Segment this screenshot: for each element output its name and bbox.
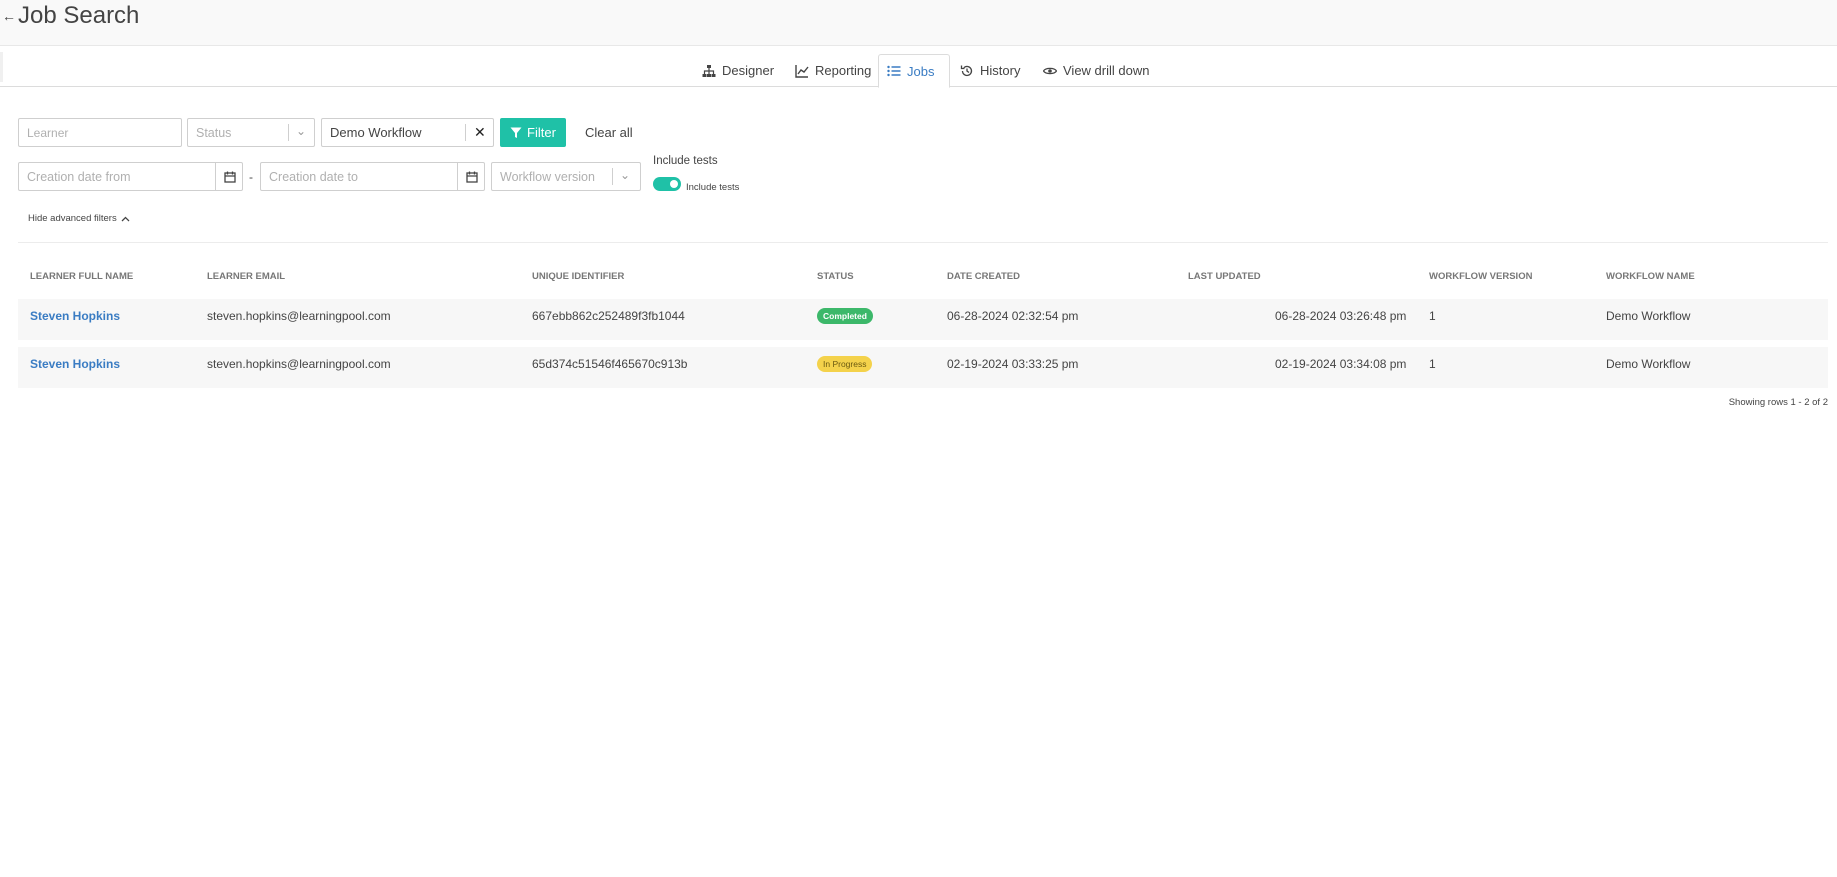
hide-advanced-filters-label: Hide advanced filters bbox=[28, 213, 117, 224]
page-header: ← Job Search bbox=[0, 0, 1837, 46]
last-updated: 02-19-2024 03:34:08 pm bbox=[1275, 357, 1407, 371]
column-header[interactable]: STATUS bbox=[817, 271, 854, 282]
back-arrow-icon[interactable]: ← bbox=[2, 8, 16, 24]
tab-jobs[interactable]: Jobs bbox=[878, 54, 950, 88]
workflow-name: Demo Workflow bbox=[1606, 309, 1691, 323]
include-tests-heading: Include tests bbox=[653, 155, 718, 167]
workflow-select[interactable]: Demo Workflow ✕ bbox=[321, 118, 494, 147]
learner-email: steven.hopkins@learningpool.com bbox=[207, 357, 391, 371]
workflow-value: Demo Workflow bbox=[330, 125, 422, 140]
date-created: 06-28-2024 02:32:54 pm bbox=[947, 309, 1079, 323]
learner-name-link[interactable]: Steven Hopkins bbox=[30, 309, 120, 323]
column-header[interactable]: LEARNER EMAIL bbox=[207, 271, 285, 282]
date-created: 02-19-2024 03:33:25 pm bbox=[947, 357, 1079, 371]
column-header[interactable]: UNIQUE IDENTIFIER bbox=[532, 271, 624, 282]
tab-view-drill-down-label: View drill down bbox=[1063, 63, 1150, 78]
include-tests-toggle[interactable] bbox=[653, 177, 681, 191]
history-icon bbox=[960, 65, 973, 76]
creation-date-to-input[interactable] bbox=[261, 163, 462, 190]
toggle-knob bbox=[670, 180, 678, 188]
status-badge: Completed bbox=[817, 308, 873, 324]
learner-email: steven.hopkins@learningpool.com bbox=[207, 309, 391, 323]
workflow-version-placeholder: Workflow version bbox=[500, 170, 595, 184]
unique-identifier: 65d374c51546f465670c913b bbox=[532, 357, 688, 371]
sitemap-icon bbox=[702, 64, 716, 77]
column-header[interactable]: LAST UPDATED bbox=[1188, 271, 1261, 282]
filter-button-label: Filter bbox=[527, 125, 556, 140]
status-separator bbox=[288, 124, 289, 141]
status-select[interactable]: Status ⌄ bbox=[187, 118, 315, 147]
workflow-version-select[interactable]: Workflow version ⌄ bbox=[491, 162, 641, 191]
clear-all-link[interactable]: Clear all bbox=[585, 125, 633, 140]
filter-icon bbox=[510, 127, 522, 138]
date-range-separator: - bbox=[249, 170, 253, 184]
learner-input[interactable] bbox=[18, 118, 182, 147]
hide-advanced-filters-link[interactable]: Hide advanced filters bbox=[28, 213, 130, 224]
side-stub bbox=[0, 52, 3, 82]
creation-date-from[interactable] bbox=[18, 162, 243, 191]
status-placeholder: Status bbox=[196, 126, 232, 140]
column-header[interactable]: WORKFLOW NAME bbox=[1606, 271, 1695, 282]
column-header[interactable]: LEARNER FULL NAME bbox=[30, 271, 133, 282]
status-badge: In Progress bbox=[817, 356, 873, 372]
filters-divider bbox=[18, 242, 1828, 243]
workflow-separator bbox=[465, 124, 466, 141]
tab-history-label: History bbox=[980, 63, 1021, 78]
close-icon[interactable]: ✕ bbox=[474, 124, 486, 141]
workflow-version-separator bbox=[612, 168, 613, 185]
line-chart-icon bbox=[795, 64, 809, 78]
creation-date-from-input[interactable] bbox=[19, 163, 220, 190]
workflow-version: 1 bbox=[1429, 309, 1436, 323]
last-updated: 06-28-2024 03:26:48 pm bbox=[1275, 309, 1407, 323]
workflow-name: Demo Workflow bbox=[1606, 357, 1691, 371]
calendar-icon[interactable] bbox=[215, 163, 244, 190]
workflow-version: 1 bbox=[1429, 357, 1436, 371]
chevron-down-icon[interactable]: ⌄ bbox=[296, 124, 306, 138]
learner-name-link[interactable]: Steven Hopkins bbox=[30, 357, 120, 371]
list-icon bbox=[887, 65, 901, 77]
tab-reporting-label: Reporting bbox=[815, 63, 872, 78]
chevron-down-icon[interactable]: ⌄ bbox=[620, 168, 630, 182]
include-tests-toggle-label: Include tests bbox=[686, 182, 740, 193]
tab-designer[interactable]: Designer bbox=[694, 55, 782, 86]
tab-history[interactable]: History bbox=[952, 55, 1028, 86]
unique-identifier: 667ebb862c252489f3fb1044 bbox=[532, 309, 685, 323]
calendar-icon[interactable] bbox=[457, 163, 486, 190]
column-header[interactable]: DATE CREATED bbox=[947, 271, 1020, 282]
column-header[interactable]: WORKFLOW VERSION bbox=[1429, 271, 1532, 282]
eye-icon bbox=[1043, 67, 1057, 74]
filter-button[interactable]: Filter bbox=[500, 118, 566, 147]
tab-jobs-label: Jobs bbox=[907, 63, 935, 79]
tab-designer-label: Designer bbox=[722, 63, 775, 78]
pagination-summary: Showing rows 1 - 2 of 2 bbox=[1728, 397, 1828, 408]
creation-date-to[interactable] bbox=[260, 162, 485, 191]
tab-reporting[interactable]: Reporting bbox=[787, 55, 879, 86]
chevron-up-icon bbox=[121, 216, 130, 221]
page-title: Job Search bbox=[18, 2, 140, 29]
tab-view-drill-down[interactable]: View drill down bbox=[1035, 55, 1157, 86]
